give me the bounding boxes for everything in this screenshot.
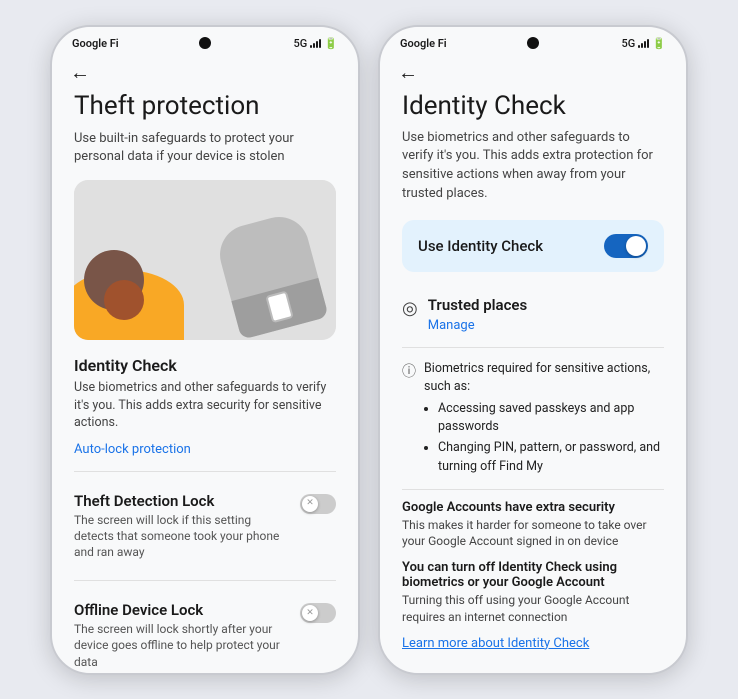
camera-notch-2 — [527, 37, 539, 49]
info-icon: ⓘ — [402, 361, 416, 479]
section2-desc: The screen will lock if this setting det… — [74, 512, 290, 561]
phones-container: Google Fi 5G 🔋 ← Theft protection Use bu… — [30, 5, 708, 695]
identity-toggle-card[interactable]: Use Identity Check — [402, 220, 664, 272]
turn-off-title: You can turn off Identity Check using bi… — [402, 560, 664, 590]
section3-desc: The screen will lock shortly after your … — [74, 621, 290, 670]
turn-off-block: You can turn off Identity Check using bi… — [402, 560, 664, 626]
info-heading: Biometrics required for sensitive action… — [424, 361, 650, 394]
offline-device-row: Offline Device Lock The screen will lock… — [74, 591, 336, 672]
illus-brown2-shape — [104, 280, 144, 320]
trusted-places-title: Trusted places — [428, 296, 527, 314]
extra-security-title: Google Accounts have extra security — [402, 500, 664, 515]
page-title-1: Theft protection — [74, 91, 336, 122]
info-item-2: Changing PIN, pattern, or password, and … — [438, 439, 664, 475]
section1-desc: Use biometrics and other safeguards to v… — [74, 379, 336, 432]
extra-security-desc: This makes it harder for someone to take… — [402, 517, 664, 551]
section1-title: Identity Check — [74, 356, 336, 375]
status-icons-2: 5G 🔋 — [622, 37, 666, 50]
divider-2 — [74, 580, 336, 581]
offline-device-text: Offline Device Lock The screen will lock… — [74, 601, 300, 670]
page-subtitle-1: Use built-in safeguards to protect your … — [74, 130, 336, 166]
identity-toggle-knob — [626, 236, 646, 256]
phone2-content: Identity Check Use biometrics and other … — [380, 91, 686, 673]
battery-icon-1: 🔋 — [324, 37, 338, 50]
theft-detection-toggle-knob: ✕ — [302, 496, 318, 512]
divider-3 — [402, 489, 664, 490]
phone2: Google Fi 5G 🔋 ← Identity Check Use biom… — [378, 25, 688, 675]
section2-title: Theft Detection Lock — [74, 492, 290, 510]
info-list: Accessing saved passkeys and app passwor… — [424, 400, 664, 476]
signal-icon-1 — [310, 38, 321, 48]
phone1-content: Theft protection Use built-in safeguards… — [52, 91, 358, 673]
network-2: 5G — [622, 37, 636, 50]
identity-toggle-label: Use Identity Check — [418, 237, 543, 255]
map-pin-icon: ◎ — [402, 298, 418, 319]
battery-icon-2: 🔋 — [652, 37, 666, 50]
theft-detection-row: Theft Detection Lock The screen will loc… — [74, 482, 336, 571]
section3-title: Offline Device Lock — [74, 601, 290, 619]
extra-security-block: Google Accounts have extra security This… — [402, 500, 664, 551]
camera-notch — [199, 37, 211, 49]
learn-more-link[interactable]: Learn more about Identity Check — [402, 636, 664, 651]
status-icons-1: 5G 🔋 — [294, 37, 338, 50]
theft-detection-text: Theft Detection Lock The screen will loc… — [74, 492, 300, 561]
theft-detection-toggle[interactable]: ✕ — [300, 494, 336, 514]
info-text: Biometrics required for sensitive action… — [424, 360, 664, 479]
trusted-places-content: Trusted places Manage — [428, 296, 527, 333]
trusted-places-manage-link[interactable]: Manage — [428, 318, 475, 333]
identity-title: Identity Check — [402, 91, 664, 121]
identity-subtitle: Use biometrics and other safeguards to v… — [402, 129, 664, 204]
identity-toggle[interactable] — [604, 234, 648, 258]
signal-icon-2 — [638, 38, 649, 48]
network-1: 5G — [294, 37, 308, 50]
back-button-2[interactable]: ← — [380, 54, 686, 91]
carrier-2: Google Fi — [400, 37, 447, 50]
offline-device-toggle-knob: ✕ — [302, 605, 318, 621]
auto-lock-link[interactable]: Auto-lock protection — [74, 442, 336, 457]
divider-1 — [74, 471, 336, 472]
back-button-1[interactable]: ← — [52, 54, 358, 91]
trusted-places-row: ◎ Trusted places Manage — [402, 288, 664, 348]
carrier-1: Google Fi — [72, 37, 119, 50]
offline-device-toggle[interactable]: ✕ — [300, 603, 336, 623]
phone1: Google Fi 5G 🔋 ← Theft protection Use bu… — [50, 25, 360, 675]
info-item-1: Accessing saved passkeys and app passwor… — [438, 400, 664, 436]
info-section: ⓘ Biometrics required for sensitive acti… — [402, 360, 664, 479]
theft-illustration — [74, 180, 336, 340]
turn-off-desc: Turning this off using your Google Accou… — [402, 592, 664, 626]
